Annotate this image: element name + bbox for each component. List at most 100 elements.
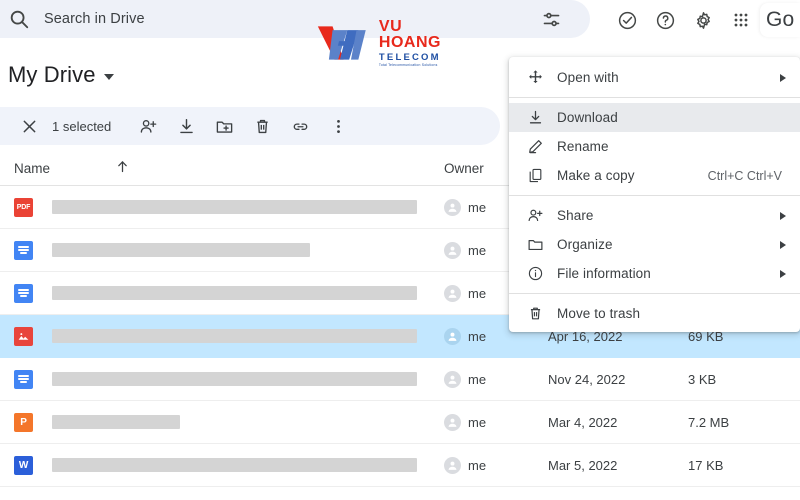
table-row[interactable]: Wme Mar 5, 2022 17 KB <box>0 444 800 487</box>
owner-name: me <box>468 199 487 215</box>
avatar <box>444 284 461 302</box>
avatar <box>444 456 461 474</box>
arrow-up-icon[interactable] <box>114 158 444 180</box>
menu-item-rename[interactable]: Rename <box>509 132 800 161</box>
trash-icon <box>527 305 557 322</box>
word-document-icon: W <box>14 455 33 475</box>
redacted-file-name <box>52 372 417 386</box>
chevron-right-icon <box>780 269 786 278</box>
menu-item-make-a-copy[interactable]: Make a copy Ctrl+C Ctrl+V <box>509 161 800 190</box>
more-actions-button[interactable] <box>319 107 357 145</box>
google-slides-icon: P <box>14 412 33 432</box>
file-name-cell[interactable] <box>52 458 444 472</box>
tasks-check-circle-icon[interactable] <box>608 1 646 39</box>
last-modified-cell: Nov 24, 2022 <box>548 371 626 387</box>
menu-item-file-information[interactable]: File information <box>509 259 800 288</box>
menu-item-share[interactable]: Share <box>509 201 800 230</box>
avatar <box>444 413 461 431</box>
search-options-tune-icon[interactable] <box>536 4 567 35</box>
google-docs-icon <box>14 240 33 260</box>
selection-toolbar: 1 selected <box>0 107 500 145</box>
table-row[interactable]: Pme Mar 4, 2022 7.2 MB <box>0 401 800 444</box>
page-title-group[interactable]: My Drive <box>8 62 114 88</box>
menu-item-open-with[interactable]: Open with <box>509 63 800 92</box>
file-size-cell: 17 KB <box>688 457 724 473</box>
image-file-icon <box>14 326 33 346</box>
delete-button[interactable] <box>243 107 281 145</box>
open-with-arrows-icon <box>527 69 557 86</box>
menu-item-organize[interactable]: Organize <box>509 230 800 259</box>
avatar <box>444 198 461 216</box>
search-input[interactable]: Search in Drive <box>44 11 145 27</box>
download-button[interactable] <box>167 107 205 145</box>
owner-name: me <box>468 371 487 387</box>
top-right-icon-cluster: Go <box>608 0 800 40</box>
settings-gear-icon[interactable] <box>684 1 722 39</box>
file-context-menu: Open with Download Rename Make a copy Ctrl+C… <box>509 57 800 332</box>
help-icon[interactable] <box>646 1 684 39</box>
move-to-folder-button[interactable] <box>205 107 243 145</box>
owner-name: me <box>468 285 487 301</box>
table-row[interactable]: me Nov 24, 2022 3 KB <box>0 358 800 401</box>
google-docs-icon <box>14 283 33 303</box>
menu-item-label: File information <box>557 266 651 281</box>
redacted-file-name <box>52 243 310 257</box>
file-type-icon-cell: P <box>14 412 52 432</box>
vh-monogram-icon <box>317 26 366 60</box>
redacted-file-name <box>52 415 180 429</box>
account-chip[interactable]: Go <box>760 3 800 37</box>
owner-name: me <box>468 242 487 258</box>
file-name-cell[interactable] <box>52 286 444 300</box>
menu-separator <box>509 97 800 98</box>
search-icon <box>8 8 30 30</box>
chevron-right-icon <box>780 211 786 220</box>
avatar <box>444 327 461 345</box>
file-name-cell[interactable] <box>52 415 444 429</box>
google-docs-icon <box>14 369 33 389</box>
file-name-cell[interactable] <box>52 372 444 386</box>
folder-icon <box>527 236 557 253</box>
page-title: My Drive <box>8 62 96 87</box>
vu-hoang-telecom-watermark-logo: VU HOANG TELECOM Total Telecommunication… <box>316 18 462 68</box>
file-name-cell[interactable] <box>52 243 444 257</box>
file-type-icon-cell: PDF <box>14 197 52 217</box>
close-icon[interactable] <box>10 107 48 145</box>
owner-name: me <box>468 414 487 430</box>
file-type-icon-cell: W <box>14 455 52 475</box>
menu-item-shortcut: Ctrl+C Ctrl+V <box>707 168 782 183</box>
menu-item-label: Rename <box>557 139 609 154</box>
avatar <box>444 370 461 388</box>
file-size-cell: 3 KB <box>688 371 717 387</box>
file-name-cell[interactable] <box>52 329 444 343</box>
watermark-title: VU HOANG <box>378 18 441 52</box>
menu-item-download[interactable]: Download <box>509 103 800 132</box>
search-bar[interactable]: Search in Drive <box>0 0 590 38</box>
info-circle-icon <box>527 265 557 282</box>
file-type-icon-cell <box>14 326 52 346</box>
file-type-icon-cell <box>14 240 52 260</box>
chevron-down-icon[interactable] <box>103 74 114 80</box>
file-type-icon-cell <box>14 369 52 389</box>
menu-item-label: Download <box>557 110 618 125</box>
menu-item-label: Move to trash <box>557 306 641 321</box>
file-name-cell[interactable] <box>52 200 444 214</box>
redacted-file-name <box>52 286 417 300</box>
last-modified-cell: Mar 5, 2022 <box>548 457 618 473</box>
selection-count-label: 1 selected <box>52 118 112 134</box>
redacted-file-name <box>52 458 417 472</box>
owner-cell: me <box>444 370 548 388</box>
person-add-icon <box>527 207 557 224</box>
pdf-file-icon: PDF <box>14 197 33 217</box>
column-header-name[interactable]: Name <box>14 161 114 176</box>
menu-item-move-to-trash[interactable]: Move to trash <box>509 299 800 328</box>
owner-name: me <box>468 457 487 473</box>
last-modified-cell: Mar 4, 2022 <box>548 414 618 430</box>
get-link-button[interactable] <box>281 107 319 145</box>
menu-separator <box>509 195 800 196</box>
share-add-person-button[interactable] <box>129 107 167 145</box>
apps-grid-icon[interactable] <box>722 1 760 39</box>
avatar <box>444 241 461 259</box>
chevron-right-icon <box>780 240 786 249</box>
menu-item-label: Share <box>557 208 594 223</box>
chevron-right-icon <box>780 73 786 82</box>
